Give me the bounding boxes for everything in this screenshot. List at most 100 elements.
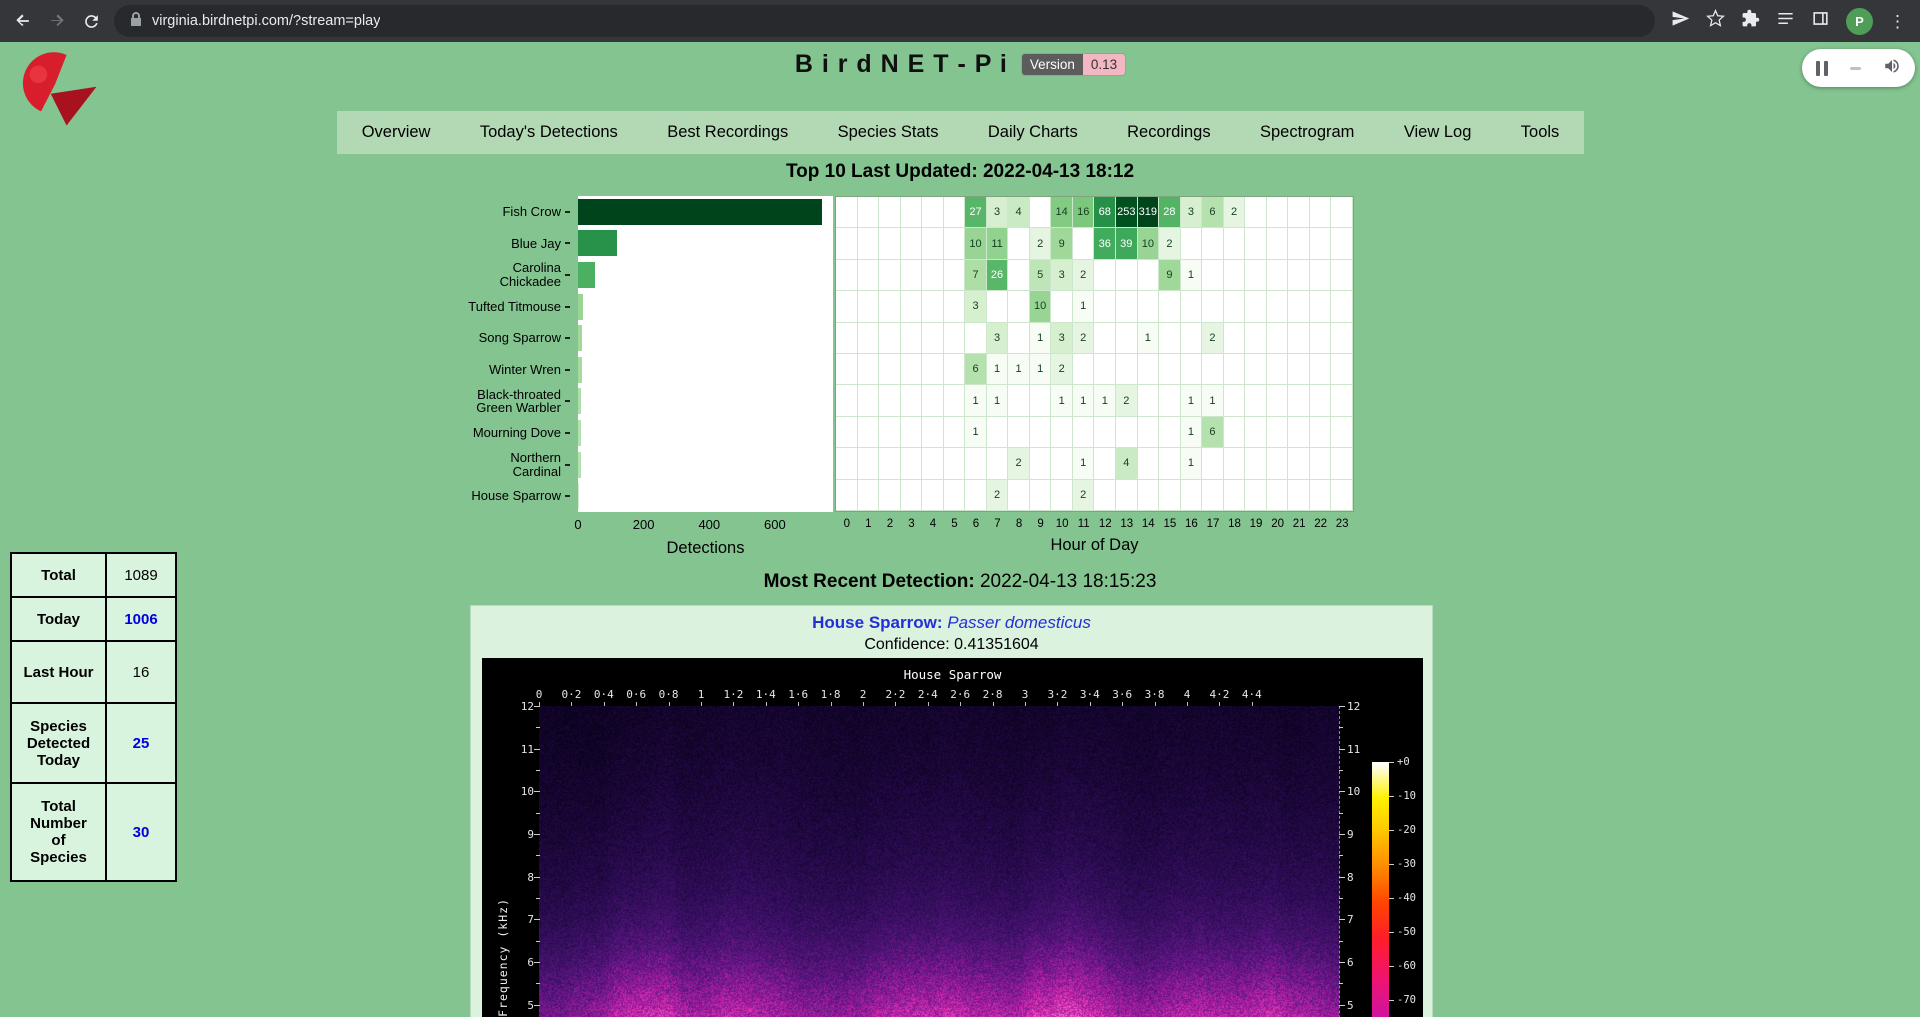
heatmap-cell [1310,197,1332,228]
db-tick-label: +0 [1397,756,1410,768]
nav-item[interactable]: Best Recordings [659,123,796,142]
heatmap-cell [858,323,880,354]
heatmap-cell [836,448,858,479]
time-tick-label: 2·8 [983,688,1003,701]
heatmap-cell [1267,417,1289,448]
address-bar[interactable]: virginia.birdnetpi.com/?stream=play [114,5,1655,37]
heatmap-cell [879,260,901,291]
heatmap-cell: 1 [1073,291,1095,322]
heatmap-cell [1331,448,1353,479]
nav-item[interactable]: Tools [1513,123,1568,142]
heatmap-cell [879,417,901,448]
heatmap-cell: 2 [1073,323,1095,354]
heatmap-cell [1159,354,1181,385]
nav-item[interactable]: Spectrogram [1252,123,1362,142]
heatmap-cell [1138,385,1160,416]
spectrogram-title: House Sparrow [482,667,1423,682]
heatmap-cell [879,385,901,416]
time-tick-mark [571,702,572,706]
nav-item[interactable]: Daily Charts [980,123,1086,142]
heatmap-cell [1267,480,1289,511]
time-tick-label: 4·4 [1242,688,1262,701]
nav-item[interactable]: Today's Detections [472,123,626,142]
heatmap-cell: 26 [987,260,1009,291]
spectrogram-canvas [539,706,1340,1017]
heatmap-cell [1288,480,1310,511]
volume-icon[interactable] [1883,57,1901,80]
freq-tick-label-right: 8 [1347,871,1354,884]
reload-button[interactable] [74,4,108,38]
db-tick-mark [1389,762,1394,763]
y-axis-tick [565,432,570,434]
freq-tick-label-right: 10 [1347,785,1360,798]
heatmap-cell [879,197,901,228]
db-tick-mark [1389,1000,1394,1001]
menu-dots-icon[interactable]: ⋮ [1889,13,1906,30]
pause-button[interactable] [1816,61,1828,76]
nav-item[interactable]: View Log [1396,123,1480,142]
detection-count-bar [578,199,822,225]
version-label: Version [1022,54,1083,75]
heatmap-cell [1030,448,1052,479]
side-panel-icon[interactable] [1811,9,1830,33]
heatmap-cell [879,291,901,322]
hour-tick-label: 12 [1099,518,1112,530]
heatmap-cell [1094,291,1116,322]
heatmap-cell [922,323,944,354]
heatmap-cell [1202,228,1224,259]
reading-list-icon[interactable] [1776,9,1795,33]
heatmap-cell [1159,323,1181,354]
species-axis-label: Winter Wren [489,363,561,377]
heatmap-cell: 6 [965,354,987,385]
bar-row [578,386,833,418]
heatmap-cell [944,385,966,416]
hour-tick-label: 10 [1056,518,1069,530]
freq-tick-label-left: 10 [504,785,534,798]
heatmap-cell [1202,260,1224,291]
heatmap-cell [1008,385,1030,416]
heatmap-cell: 1 [1030,354,1052,385]
freq-tick-label-right: 5 [1347,999,1354,1012]
extensions-icon[interactable] [1741,9,1760,33]
heatmap-cell: 2 [1008,448,1030,479]
heatmap-cell [1310,417,1332,448]
heatmap-cell [1181,480,1203,511]
heatmap-cell [1288,385,1310,416]
bar-row [578,322,833,354]
bookmark-star-icon[interactable] [1706,9,1725,33]
back-button[interactable] [6,4,40,38]
stats-value-link[interactable]: 25 [106,703,176,783]
forward-button[interactable] [40,4,74,38]
time-tick-label: 1·2 [723,688,743,701]
time-tick-label: 1·6 [788,688,808,701]
heatmap-cell: 10 [1030,291,1052,322]
freq-tick-label-left: 6 [504,956,534,969]
time-tick-mark [1025,702,1026,706]
heatmap-cell [1310,354,1332,385]
stats-label: Today [11,597,106,641]
heatmap-cell [1288,354,1310,385]
heatmap-cell: 3 [987,197,1009,228]
freq-minor-tick-mark [536,813,540,814]
freq-tick-label-left: 11 [504,743,534,756]
heatmap-cell [1181,354,1203,385]
time-tick-label: 3·8 [1145,688,1165,701]
stats-value-link[interactable]: 1006 [106,597,176,641]
nav-item[interactable]: Recordings [1119,123,1218,142]
send-to-device-icon[interactable] [1671,9,1690,33]
heatmap-cell [1159,385,1181,416]
profile-avatar[interactable]: P [1846,8,1873,35]
stats-value-link[interactable]: 30 [106,783,176,881]
heatmap-cell: 9 [1159,260,1181,291]
time-tick-label: 3·6 [1112,688,1132,701]
heatmap-cell [1267,228,1289,259]
nav-item[interactable]: Overview [354,123,439,142]
freq-tick-mark [534,877,540,878]
heatmap-cell [858,448,880,479]
time-tick-label: 3 [1022,688,1029,701]
time-tick-label: 2·4 [918,688,938,701]
freq-tick-mark [534,919,540,920]
heatmap-cell: 2 [1116,385,1138,416]
nav-item[interactable]: Species Stats [830,123,947,142]
hour-tick-label: 13 [1120,518,1133,530]
